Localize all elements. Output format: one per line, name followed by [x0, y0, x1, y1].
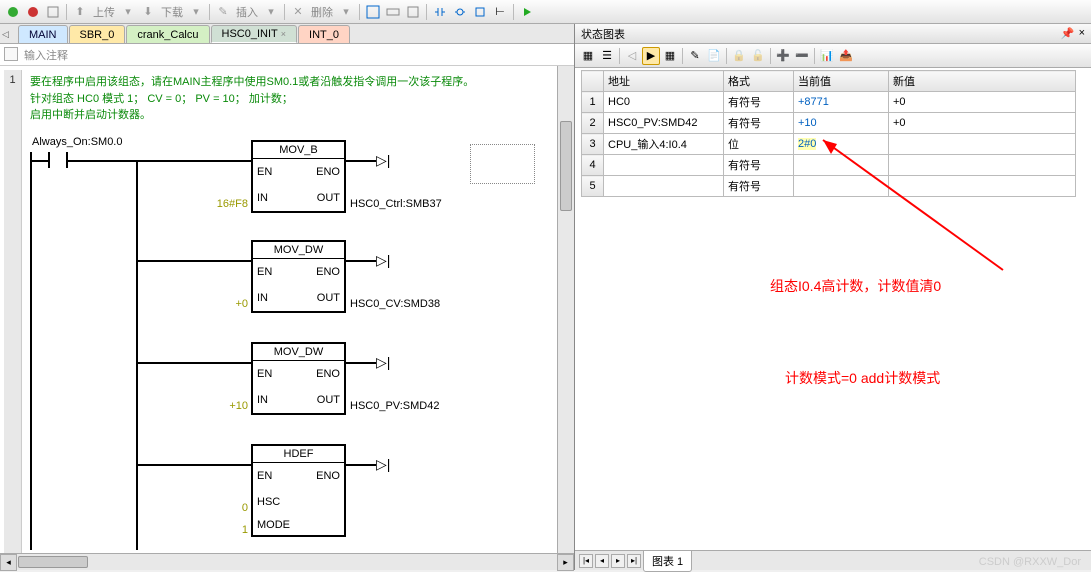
monitor-icon[interactable]: ▶	[642, 47, 660, 65]
table-corner	[582, 71, 604, 92]
tool-icon-1[interactable]	[364, 3, 382, 21]
download-label: 下载	[159, 4, 185, 20]
editor-tabs: ◁ MAIN SBR_0 crank_Calcu HSC0_INIT× INT_…	[0, 24, 574, 44]
status-toolbar: ▦ ☰ ◁ ▶ ▦ ✎ 📄 🔒 🔓 ➕ ➖ 📊 📤	[575, 44, 1091, 68]
panel-title: 状态图表	[581, 26, 625, 42]
run-icon[interactable]	[4, 3, 22, 21]
box-icon[interactable]	[471, 3, 489, 21]
chart-tab-1[interactable]: 图表 1	[643, 550, 692, 572]
comment-bar[interactable]: 输入注释	[0, 44, 574, 66]
eno-arrow-icon: ▷|	[376, 152, 390, 169]
col-format[interactable]: 格式	[724, 71, 794, 92]
tool-b-icon[interactable]: 📄	[705, 47, 723, 65]
tool-icon-2[interactable]	[384, 3, 402, 21]
tab-sbr[interactable]: SBR_0	[69, 25, 126, 43]
coil-icon[interactable]	[451, 3, 469, 21]
prev-icon[interactable]: ◁	[623, 47, 641, 65]
block-hdef[interactable]: HDEF ENENO HSC MODE	[251, 444, 346, 537]
tab-hsc[interactable]: HSC0_INIT×	[211, 25, 298, 43]
comment-placeholder: 输入注释	[24, 47, 68, 63]
list-icon[interactable]: ☰	[598, 47, 616, 65]
ladder-canvas[interactable]: 1 要在程序中启用该组态，请在MAIN主程序中使用SM0.1或者沿触发指令调用一…	[0, 66, 574, 553]
pin-icon[interactable]: 📌	[1061, 27, 1075, 40]
eno-arrow-icon: ▷|	[376, 252, 390, 269]
close-icon[interactable]: ×	[281, 29, 286, 39]
comment-icon	[4, 47, 18, 61]
eno-arrow-icon: ▷|	[376, 354, 390, 371]
vertical-scrollbar[interactable]	[557, 66, 574, 553]
stop-icon[interactable]	[24, 3, 42, 21]
placeholder-box[interactable]	[470, 144, 535, 184]
export-icon[interactable]: 📤	[837, 47, 855, 65]
lock-icon[interactable]: 🔒	[730, 47, 748, 65]
col-addr[interactable]: 地址	[604, 71, 724, 92]
main-toolbar: ⬆ 上传 ▾ ⬇ 下载 ▾ ✎ 插入 ▾ ✕ 删除 ▾ ⊢	[0, 0, 1091, 24]
tool-icon-3[interactable]	[404, 3, 422, 21]
insert-icon[interactable]: ✎	[214, 3, 232, 21]
tab-main[interactable]: MAIN	[18, 25, 68, 43]
compile-icon[interactable]	[44, 3, 62, 21]
block-mov-dw-1[interactable]: MOV_DW ENENO INOUT	[251, 240, 346, 313]
play-icon[interactable]	[518, 3, 536, 21]
pin-out-val: HSC0_Ctrl:SMB37	[350, 198, 442, 210]
contact-label: Always_On:SM0.0	[32, 136, 122, 148]
pin-in-val: 16#F8	[205, 198, 248, 210]
grid-icon[interactable]: ▦	[579, 47, 597, 65]
tab-prev-icon[interactable]: ◁	[2, 29, 12, 43]
prev-icon[interactable]: ◂	[595, 554, 609, 568]
branch-icon[interactable]: ⊢	[491, 3, 509, 21]
unlock-icon[interactable]: 🔓	[749, 47, 767, 65]
watermark: CSDN @RXXW_Dor	[979, 556, 1081, 568]
status-chart-pane: 状态图表 📌 × ▦ ☰ ◁ ▶ ▦ ✎ 📄 🔒 🔓 ➕ ➖ 📊 📤	[575, 24, 1091, 570]
delete-row-icon[interactable]: ➖	[793, 47, 811, 65]
network-description: 要在程序中启用该组态，请在MAIN主程序中使用SM0.1或者沿触发指令调用一次该…	[30, 74, 562, 124]
next-icon[interactable]: ▸	[611, 554, 625, 568]
upload-label: 上传	[91, 4, 117, 20]
write-icon[interactable]: ▦	[661, 47, 679, 65]
table-row[interactable]: 1 HC0 有符号 +8771 +0	[582, 92, 1076, 113]
last-icon[interactable]: ▸|	[627, 554, 641, 568]
contact-icon[interactable]	[431, 3, 449, 21]
status-chart-title-bar: 状态图表 📌 ×	[575, 24, 1091, 44]
download-icon[interactable]: ⬇	[139, 3, 157, 21]
annotation-text-2: 计数模式=0 add计数模式	[785, 368, 940, 388]
tool-a-icon[interactable]: ✎	[686, 47, 704, 65]
chart-icon[interactable]: 📊	[818, 47, 836, 65]
block-mov-dw-2[interactable]: MOV_DW ENENO INOUT	[251, 342, 346, 415]
annotation-text-1: 组态I0.4高计数，计数值清0	[770, 276, 941, 296]
col-current[interactable]: 当前值	[794, 71, 889, 92]
col-new[interactable]: 新值	[889, 71, 1076, 92]
network-number: 1	[4, 70, 22, 553]
first-icon[interactable]: |◂	[579, 554, 593, 568]
delete-label: 删除	[309, 4, 335, 20]
delete-icon[interactable]: ✕	[289, 3, 307, 21]
program-editor-pane: ◁ MAIN SBR_0 crank_Calcu HSC0_INIT× INT_…	[0, 24, 575, 570]
eno-arrow-icon: ▷|	[376, 456, 390, 473]
tab-crank[interactable]: crank_Calcu	[126, 25, 209, 43]
upload-icon[interactable]: ⬆	[71, 3, 89, 21]
tab-int[interactable]: INT_0	[298, 25, 350, 43]
insert-row-icon[interactable]: ➕	[774, 47, 792, 65]
close-icon[interactable]: ×	[1079, 27, 1085, 40]
annotation-arrow	[813, 130, 1013, 280]
block-mov-b[interactable]: MOV_B ENENO INOUT	[251, 140, 346, 213]
horizontal-scrollbar[interactable]: ◂ ▸	[0, 553, 574, 570]
insert-label: 插入	[234, 4, 260, 20]
